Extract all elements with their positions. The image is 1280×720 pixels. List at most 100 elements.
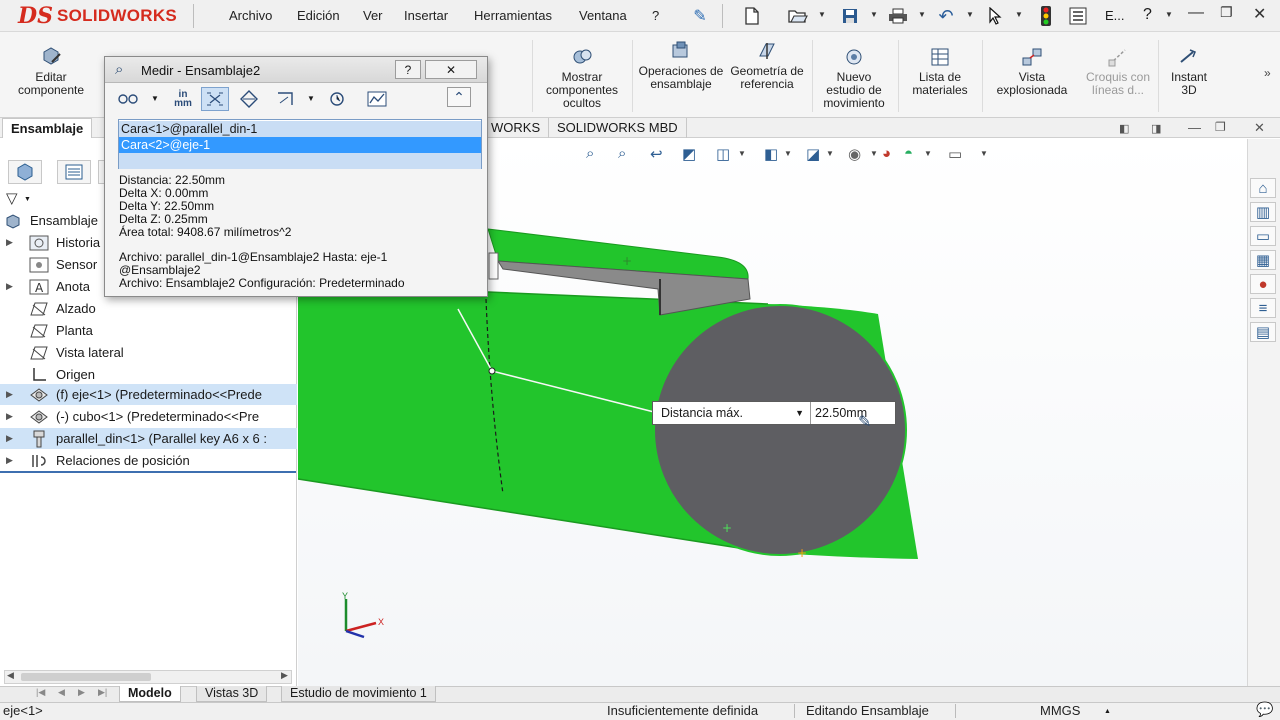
measure-close-button[interactable]: ✕ (425, 60, 477, 79)
rebuild-traffic-light-icon[interactable] (1036, 6, 1056, 26)
print-icon[interactable] (888, 6, 908, 26)
save-caret-icon[interactable]: ▼ (870, 10, 878, 19)
tab-scroll-first-icon[interactable]: |◀ (36, 687, 45, 698)
notification-icon[interactable]: 💬 (1256, 701, 1273, 718)
display-style-icon[interactable]: ◪ (806, 145, 820, 163)
view-palette-icon[interactable]: ▦ (1250, 250, 1276, 270)
save-icon[interactable] (840, 6, 860, 26)
settings-caret-icon[interactable]: ▼ (980, 149, 988, 158)
point-to-point-icon[interactable] (235, 87, 263, 111)
tree-item-cubo[interactable]: ▶ (-) cubo<1> (Predeterminado<<Pre (0, 406, 297, 427)
menu-ventana[interactable]: Ventana (579, 8, 627, 23)
tab-solidworks-mbd[interactable]: SOLIDWORKS MBD (548, 118, 687, 138)
expand-arrow-icon[interactable]: ▶ (6, 281, 18, 292)
custom-properties-icon[interactable]: ≡ (1250, 298, 1276, 318)
measure-history-icon[interactable] (323, 87, 351, 111)
section-view-icon[interactable]: ◩ (682, 145, 696, 163)
orientation-caret-icon[interactable]: ▼ (784, 149, 792, 158)
forum-icon[interactable]: ▤ (1250, 322, 1276, 342)
tab-scroll-next-icon[interactable]: ▶ (78, 687, 85, 698)
tab-scroll-prev-icon[interactable]: ◀ (58, 687, 65, 698)
tree-item-top-plane[interactable]: Planta (0, 320, 297, 341)
projected-on-icon[interactable] (271, 87, 299, 111)
new-document-icon[interactable] (742, 6, 762, 26)
previous-view-icon[interactable]: ↩ (650, 145, 663, 163)
menu-archivo[interactable]: Archivo (229, 8, 272, 23)
arc-circle-measure-icon[interactable] (115, 87, 143, 111)
tree-item-eje[interactable]: ▶ (f) eje<1> (Predeterminado<<Prede (0, 384, 297, 405)
tile-right-icon[interactable]: ◨ (1151, 122, 1161, 135)
scroll-left-icon[interactable]: ◀ (7, 670, 14, 681)
menu-help[interactable]: ? (652, 8, 659, 23)
collapse-chevron-icon[interactable]: ⌃ (447, 87, 471, 107)
undo-icon[interactable]: ↶ (936, 6, 956, 26)
doc-close-icon[interactable]: ✕ (1254, 120, 1265, 136)
tree-item-right-plane[interactable]: Vista lateral (0, 342, 297, 363)
scroll-right-icon[interactable]: ▶ (281, 670, 288, 681)
selection-list[interactable]: Cara<1>@parallel_din-1 Cara<2>@eje-1 (118, 119, 482, 169)
sw-resources-home-icon[interactable]: ⌂ (1250, 178, 1276, 198)
hide-show-items-icon[interactable]: ◉ (848, 145, 861, 163)
reference-geometry-button[interactable]: Geometría de referencia (728, 40, 806, 91)
tree-item-origin[interactable]: Origen (0, 364, 297, 385)
restore-icon[interactable]: ❐ (1220, 4, 1233, 21)
tree-item-mates[interactable]: ▶ Relaciones de posición (0, 450, 297, 471)
menu-ver[interactable]: Ver (363, 8, 383, 23)
featuremanager-tab-icon[interactable] (8, 160, 42, 184)
tab-vistas-3d[interactable]: Vistas 3D (196, 686, 268, 702)
print-caret-icon[interactable]: ▼ (918, 10, 926, 19)
show-hidden-button[interactable]: Mostrar componentes ocultos (535, 46, 629, 110)
view-caret-icon[interactable]: ▼ (738, 149, 746, 158)
assembly-features-button[interactable]: Operaciones de ensamblaje (638, 40, 724, 91)
tree-item-parallel-din[interactable]: ▶ parallel_din<1> (Parallel key A6 x 6 : (0, 428, 297, 449)
edit-component-button[interactable]: Editar componente (8, 46, 94, 97)
tab-modelo[interactable]: Modelo (119, 686, 181, 702)
apply-scene-icon[interactable]: ◓ (904, 145, 913, 162)
tab-motion-study[interactable]: Estudio de movimiento 1 (281, 686, 436, 702)
dynamic-annotation-icon[interactable]: ◫ (716, 145, 730, 163)
pin-icon[interactable]: ✎ (690, 6, 710, 26)
filter-caret-icon[interactable]: ▼ (24, 196, 31, 203)
propertymanager-tab-icon[interactable] (57, 160, 91, 184)
tab-solidworks-addins[interactable]: WORKS (482, 118, 548, 138)
scroll-thumb[interactable] (21, 673, 151, 681)
file-explorer-icon[interactable]: ▭ (1250, 226, 1276, 246)
close-icon[interactable]: ✕ (1253, 4, 1266, 24)
menu-edicion[interactable]: Edición (297, 8, 340, 23)
create-sensor-icon[interactable] (363, 87, 391, 111)
tree-item-front-plane[interactable]: Alzado (0, 298, 297, 319)
cmd-more-chevron-icon[interactable]: » (1264, 66, 1271, 80)
design-library-icon[interactable]: ▥ (1250, 202, 1276, 222)
options-icon[interactable] (1068, 6, 1088, 26)
projected-caret-icon[interactable]: ▼ (307, 94, 315, 103)
solidworks-logo[interactable]: DS SOLIDWORKS (18, 3, 177, 29)
tree-hscrollbar[interactable]: ◀ ▶ (4, 670, 292, 684)
expand-arrow-icon[interactable]: ▶ (6, 455, 18, 466)
menu-herramientas[interactable]: Herramientas (474, 8, 552, 23)
expand-arrow-icon[interactable]: ▶ (6, 237, 18, 248)
open-folder-icon[interactable] (788, 6, 808, 26)
measure-help-button[interactable]: ? (395, 60, 421, 79)
filter-icon[interactable]: ▽ (6, 189, 18, 207)
view-settings-icon[interactable]: ▭ (948, 145, 962, 163)
exploded-view-button[interactable]: Vista explosionada (986, 46, 1078, 97)
menu-insertar[interactable]: Insertar (404, 8, 448, 23)
instant-3d-button[interactable]: Instant 3D (1162, 46, 1216, 97)
status-units[interactable]: MMGS (1040, 703, 1080, 718)
display-caret-icon[interactable]: ▼ (826, 149, 834, 158)
tab-ensamblaje[interactable]: Ensamblaje (2, 118, 93, 138)
dimension-type-dropdown[interactable]: Distancia máx. ▼ (653, 402, 811, 424)
bill-of-materials-button[interactable]: Lista de materiales (902, 46, 978, 97)
measure-dialog[interactable]: ⌕ Medir - Ensamblaje2 ? ✕ ▼ in mm ▼ ⌃ Car… (104, 56, 488, 297)
doc-restore-icon[interactable]: ❐ (1215, 120, 1226, 134)
zoom-to-area-icon[interactable]: ⌕ (618, 145, 626, 162)
minimize-icon[interactable]: — (1188, 4, 1204, 22)
zoom-to-fit-icon[interactable]: ⌕ (586, 145, 594, 162)
selection-item[interactable]: Cara<2>@eje-1 (119, 137, 481, 153)
expand-arrow-icon[interactable]: ▶ (6, 411, 18, 422)
select-caret-icon[interactable]: ▼ (1015, 10, 1023, 19)
search-commands-label[interactable]: E... (1105, 8, 1125, 23)
help-button[interactable]: ? (1143, 6, 1152, 24)
expand-arrow-icon[interactable]: ▶ (6, 389, 18, 400)
scene-caret-icon[interactable]: ▼ (924, 149, 932, 158)
